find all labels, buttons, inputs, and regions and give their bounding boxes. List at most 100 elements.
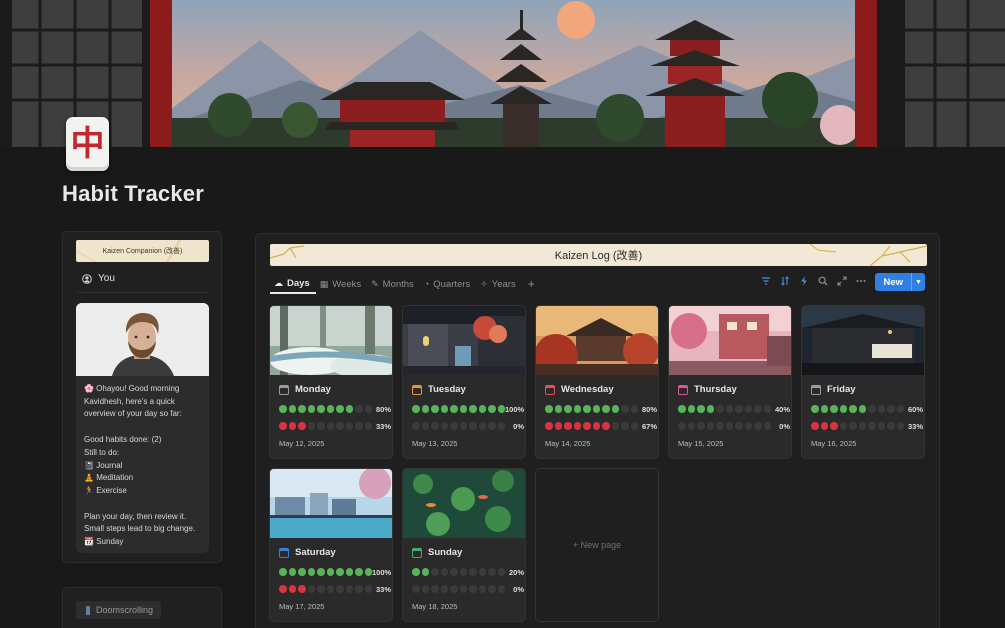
automation-bolt-icon[interactable]	[799, 276, 809, 289]
progress-dot	[744, 405, 752, 413]
todo-label: Journal	[96, 460, 123, 470]
calendar-icon	[412, 547, 422, 558]
day-card-sunday[interactable]: Sunday 20% 0% May 18, 2025	[402, 468, 526, 622]
progress-dot	[317, 585, 325, 593]
progress-dot	[317, 568, 325, 576]
progress-dot	[678, 405, 686, 413]
day-date: May 14, 2025	[545, 439, 591, 448]
day-card-wednesday[interactable]: Wednesday 80% 67% May 14, 2025	[535, 305, 659, 459]
search-icon[interactable]	[818, 276, 828, 289]
day-card-friday[interactable]: Friday 60% 33% May 16, 2025	[801, 305, 925, 459]
doomscrolling-pill[interactable]: Doomscrolling	[76, 601, 162, 619]
progress-dot	[288, 405, 296, 413]
page-icon[interactable]: 中	[66, 117, 109, 171]
progress-dot	[326, 422, 334, 430]
day-label: Sunday	[96, 537, 124, 547]
progress-dot	[896, 405, 904, 413]
bad-habits-percent: 0%	[513, 584, 524, 594]
progress-dot	[307, 405, 315, 413]
day-link[interactable]: 📆 Sunday	[84, 536, 202, 549]
day-date: May 16, 2025	[811, 439, 857, 448]
progress-dot	[706, 405, 714, 413]
kaizen-log-banner: Kaizen Log (改善)	[270, 244, 927, 266]
progress-dot	[412, 405, 420, 413]
new-button[interactable]: New ▼	[875, 273, 925, 291]
day-cover-image	[270, 306, 392, 375]
progress-dot	[564, 422, 572, 430]
progress-dot	[355, 422, 363, 430]
progress-dot	[896, 422, 904, 430]
expand-icon[interactable]	[837, 275, 848, 289]
progress-dot	[431, 568, 439, 576]
progress-dot	[706, 422, 714, 430]
progress-dot	[621, 422, 629, 430]
todo-label: Exercise	[96, 485, 127, 495]
progress-dot	[554, 422, 562, 430]
progress-dot	[811, 422, 819, 430]
day-card-monday[interactable]: Monday 80% 33% May 12, 2025	[269, 305, 393, 459]
progress-dot	[592, 422, 600, 430]
day-card-thursday[interactable]: Thursday 40% 0% May 15, 2025	[668, 305, 792, 459]
progress-dot	[317, 422, 325, 430]
doomscrolling-panel: Doomscrolling	[62, 587, 222, 628]
progress-dot	[735, 405, 743, 413]
day-date: May 12, 2025	[279, 439, 325, 448]
good-habits-percent: 100%	[505, 404, 525, 414]
day-card-saturday[interactable]: Saturday 100% 33% May 17, 2025	[269, 468, 393, 622]
new-page-button[interactable]: + New page	[535, 468, 659, 622]
progress-dot	[488, 405, 496, 413]
more-options-icon[interactable]	[856, 276, 866, 289]
progress-dot	[459, 422, 467, 430]
progress-dot	[839, 422, 847, 430]
pie-icon: ◔	[423, 279, 430, 289]
progress-dot	[877, 405, 885, 413]
progress-dot	[450, 422, 458, 430]
bad-habits-progress: 33%	[811, 421, 923, 431]
progress-dot	[307, 585, 315, 593]
divider	[76, 292, 209, 293]
calendar-icon	[811, 384, 821, 395]
bad-habits-percent: 67%	[641, 421, 657, 431]
page-cover[interactable]	[0, 0, 1005, 147]
progress-dot	[763, 422, 771, 430]
day-title: Sunday	[412, 547, 462, 558]
daily-overview: 🌸 Ohayou! Good morning Kavidhesh, here's…	[76, 376, 209, 549]
sort-icon[interactable]	[780, 275, 790, 289]
progress-dot	[621, 405, 629, 413]
calendar-icon: 📆	[84, 537, 94, 547]
tab-weeks[interactable]: ▦ Weeks	[316, 274, 367, 294]
progress-dot	[754, 405, 762, 413]
filter-icon[interactable]	[761, 276, 771, 289]
kaizen-log-database: Kaizen Log (改善) ☁ Days ▦ Weeks ✎ Months ◔ Qu…	[255, 233, 940, 628]
progress-dot	[440, 568, 448, 576]
add-view-button[interactable]: +	[522, 274, 541, 296]
tab-years[interactable]: ✧ Years	[476, 274, 522, 294]
day-card-tuesday[interactable]: Tuesday 100% 0% May 13, 2025	[402, 305, 526, 459]
day-name: Wednesday	[561, 384, 614, 395]
profile-card[interactable]: 🌸 Ohayou! Good morning Kavidhesh, here's…	[76, 303, 209, 553]
progress-dot	[279, 405, 287, 413]
day-name: Friday	[827, 384, 856, 395]
progress-dot	[298, 405, 306, 413]
progress-dot	[288, 568, 296, 576]
you-row[interactable]: You	[82, 273, 115, 284]
you-label: You	[98, 273, 115, 284]
progress-dot	[725, 422, 733, 430]
plan-line: Small steps lead to big change.	[84, 524, 196, 534]
chevron-down-icon[interactable]: ▼	[911, 273, 925, 291]
page-title[interactable]: Habit Tracker	[62, 181, 204, 207]
progress-dot	[877, 422, 885, 430]
tab-quarters[interactable]: ◔ Quarters	[420, 274, 476, 294]
tab-months[interactable]: ✎ Months	[367, 274, 420, 294]
meditation-icon: 🧘	[84, 473, 94, 483]
progress-dot	[830, 422, 838, 430]
progress-dot	[630, 422, 638, 430]
progress-dot	[336, 585, 344, 593]
progress-dot	[830, 405, 838, 413]
calendar-icon	[545, 384, 555, 395]
good-habits-progress: 60%	[811, 404, 923, 414]
tab-days[interactable]: ☁ Days	[270, 274, 316, 294]
day-cover-image	[403, 306, 525, 375]
good-habits-progress: 100%	[412, 404, 524, 414]
progress-dot	[326, 585, 334, 593]
